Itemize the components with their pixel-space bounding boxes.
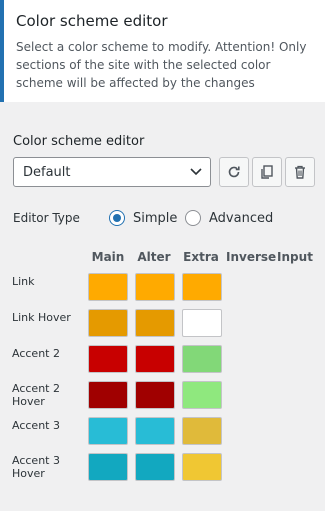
swatch-accent-2-hover-extra[interactable]	[182, 381, 222, 409]
swatch-link-hover-alter[interactable]	[135, 309, 175, 337]
row-label-accent-2-hover: Accent 2 Hover	[12, 382, 60, 408]
scheme-editor-label: Color scheme editor	[13, 134, 145, 149]
swatch-link-main[interactable]	[88, 273, 128, 301]
radio-simple[interactable]	[109, 210, 125, 226]
row-label-accent-2: Accent 2	[12, 347, 60, 360]
radio-advanced-label[interactable]: Advanced	[209, 211, 273, 226]
chevron-down-icon	[190, 168, 202, 176]
editor-type-label: Editor Type	[13, 211, 80, 225]
delete-scheme-button[interactable]	[285, 157, 315, 187]
swatch-accent-3-hover-alter[interactable]	[135, 453, 175, 481]
header-panel: Color scheme editor Select a color schem…	[0, 0, 325, 102]
swatch-accent-2-extra[interactable]	[182, 345, 222, 373]
swatch-accent-2-hover-main[interactable]	[88, 381, 128, 409]
column-header-extra: Extra	[183, 250, 219, 264]
header-title: Color scheme editor	[16, 12, 168, 30]
scheme-select[interactable]: Default	[13, 157, 211, 187]
reset-scheme-button[interactable]	[219, 157, 249, 187]
swatch-accent-3-hover-extra[interactable]	[182, 453, 222, 481]
copy-icon	[261, 165, 273, 179]
swatch-accent-3-extra[interactable]	[182, 417, 222, 445]
radio-simple-label[interactable]: Simple	[133, 211, 177, 226]
swatch-accent-3-main[interactable]	[88, 417, 128, 445]
swatch-accent-3-hover-main[interactable]	[88, 453, 128, 481]
header-description: Select a color scheme to modify. Attenti…	[16, 40, 307, 90]
column-header-input: Input	[277, 250, 313, 264]
column-header-main: Main	[91, 250, 125, 264]
swatch-accent-2-alter[interactable]	[135, 345, 175, 373]
swatch-link-alter[interactable]	[135, 273, 175, 301]
row-label-accent-3-hover: Accent 3 Hover	[12, 454, 60, 480]
radio-advanced[interactable]	[185, 210, 201, 226]
row-label-link-hover: Link Hover	[12, 311, 71, 324]
column-header-inverse: Inverse	[226, 250, 277, 264]
scheme-select-value: Default	[23, 165, 71, 180]
column-header-alter: Alter	[137, 250, 171, 264]
trash-icon	[295, 165, 305, 179]
row-label-link: Link	[12, 275, 35, 288]
row-label-accent-3: Accent 3	[12, 419, 60, 432]
refresh-icon	[228, 166, 240, 178]
swatch-accent-2-hover-alter[interactable]	[135, 381, 175, 409]
swatch-link-extra[interactable]	[182, 273, 222, 301]
swatch-accent-2-main[interactable]	[88, 345, 128, 373]
swatch-link-hover-extra[interactable]	[182, 309, 222, 337]
swatch-accent-3-alter[interactable]	[135, 417, 175, 445]
copy-scheme-button[interactable]	[252, 157, 282, 187]
swatch-link-hover-main[interactable]	[88, 309, 128, 337]
